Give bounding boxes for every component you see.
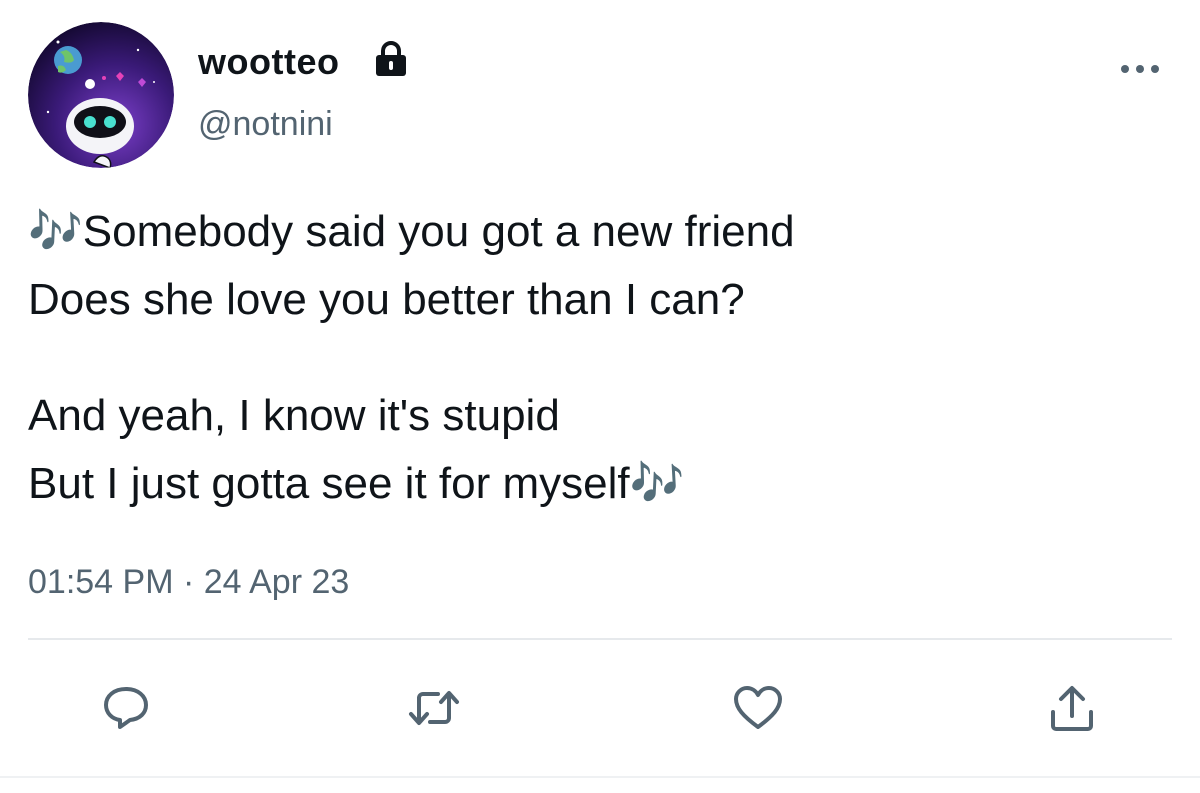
lock-icon (376, 41, 406, 76)
reply-icon (104, 687, 148, 729)
reply-button[interactable] (100, 682, 152, 734)
like-button[interactable] (732, 682, 784, 734)
retweet-icon (409, 691, 459, 725)
tweet-card: wootteo @notnini 🎶Somebody said you got … (0, 0, 1200, 793)
share-icon (1051, 686, 1093, 731)
tweet-line: And yeah, I know it's stupid (28, 391, 560, 440)
display-name[interactable]: wootteo (198, 40, 339, 84)
user-handle[interactable]: @notnini (198, 104, 333, 144)
tweet-line: 🎶Somebody said you got a new friend (28, 207, 795, 256)
divider (28, 638, 1172, 640)
bottom-divider (0, 776, 1200, 778)
robot-avatar-icon (28, 22, 174, 168)
tweet-line: But I just gotta see it for myself🎶 (28, 459, 685, 508)
share-button[interactable] (1046, 682, 1098, 734)
heart-icon (734, 686, 782, 729)
tweet-timestamp[interactable]: 01:54 PM · 24 Apr 23 (28, 560, 349, 604)
tweet-line: Does she love you better than I can? (28, 275, 745, 324)
more-icon[interactable] (1118, 62, 1162, 76)
retweet-button[interactable] (408, 682, 460, 734)
tweet-text: 🎶Somebody said you got a new friend Does… (28, 198, 1168, 518)
avatar[interactable] (28, 22, 174, 168)
